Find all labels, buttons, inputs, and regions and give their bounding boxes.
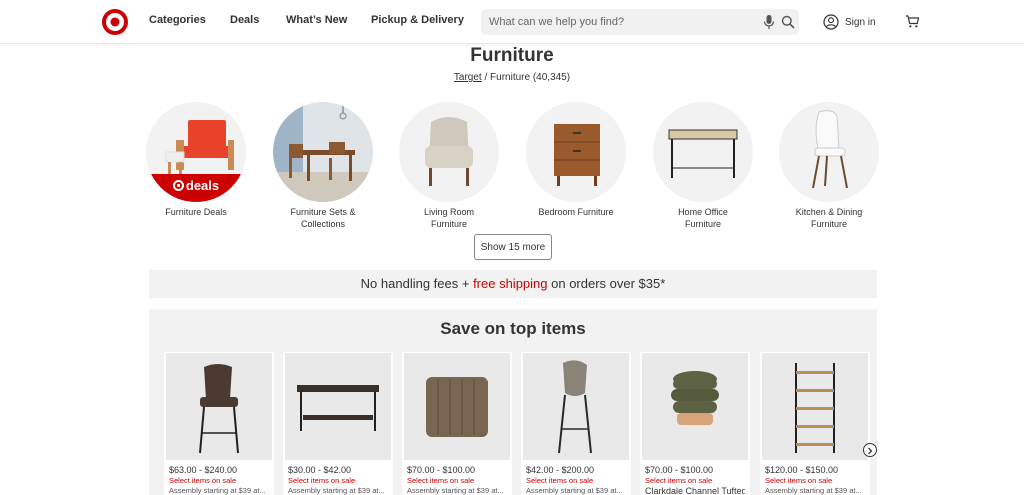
section-title: Save on top items (440, 319, 586, 338)
ottoman-icon (404, 353, 510, 460)
cart-icon[interactable] (905, 14, 920, 29)
page-title: Furniture (470, 45, 554, 66)
product-sale-text: Select items on sale (407, 476, 475, 485)
product-sale-text: Select items on sale (765, 476, 833, 485)
category-label: Furniture Deals (165, 207, 227, 217)
category-image (526, 102, 626, 202)
product-card[interactable]: $42.00 - $200.00 Select items on sale As… (521, 352, 631, 495)
product-image (762, 353, 868, 460)
nav-categories[interactable]: Categories (149, 14, 206, 26)
product-card[interactable]: $120.00 - $150.00 Select items on sale A… (760, 352, 870, 495)
carousel-next-button[interactable] (863, 443, 877, 457)
product-assembly-text: Assembly starting at $39 at... (169, 486, 266, 495)
product-card[interactable]: $63.00 - $240.00 Select items on sale As… (164, 352, 274, 495)
category-label: Furniture Sets & Collections (290, 207, 356, 229)
product-assembly-text: Assembly starting at $39 at... (288, 486, 385, 495)
deals-badge: deals (146, 178, 246, 193)
product-sale-text: Select items on sale (526, 476, 594, 485)
search-icon[interactable] (781, 15, 795, 29)
product-price: $70.00 - $100.00 (645, 465, 714, 475)
product-price: $120.00 - $150.00 (765, 465, 839, 475)
category-living-room[interactable]: Living Room Furniture (389, 102, 509, 230)
product-sale-text: Select items on sale (169, 476, 237, 485)
category-label: Bedroom Furniture (538, 207, 614, 217)
tufted-ottoman-icon (642, 353, 748, 460)
category-home-office[interactable]: Home Office Furniture (643, 102, 763, 230)
shipping-banner: No handling fees + free shipping on orde… (149, 270, 877, 298)
banner-text-before: No handling fees + (360, 276, 474, 291)
category-furniture-sets[interactable]: Furniture Sets & Collections (263, 102, 383, 230)
product-price: $70.00 - $100.00 (407, 465, 476, 475)
sign-in-button[interactable]: Sign in (823, 12, 876, 32)
search-bar (481, 9, 799, 35)
coffee-table-icon (285, 353, 391, 460)
breadcrumb-target-link[interactable]: Target (454, 72, 482, 83)
product-price: $42.00 - $200.00 (526, 465, 595, 475)
product-image (523, 353, 629, 460)
category-image (653, 102, 753, 202)
barstool-icon (166, 353, 272, 460)
desk-icon (653, 102, 753, 202)
category-bedroom[interactable]: Bedroom Furniture (516, 102, 636, 218)
banner-text-after: on orders over $35* (547, 276, 666, 291)
free-shipping-link[interactable]: free shipping (473, 276, 547, 291)
chevron-right-icon (868, 447, 873, 455)
category-furniture-deals[interactable]: deals Furniture Deals (136, 102, 256, 218)
product-image (166, 353, 272, 460)
product-image (404, 353, 510, 460)
site-header: Categories Deals What’s New Pickup & Del… (0, 0, 1024, 44)
target-logo-icon[interactable] (101, 8, 129, 36)
nav-deals[interactable]: Deals (230, 14, 259, 26)
account-icon (823, 14, 839, 30)
nav-pickup-delivery[interactable]: Pickup & Delivery (371, 14, 464, 26)
nightstand-icon (526, 102, 626, 202)
category-image (273, 102, 373, 202)
product-name: Clarkdale Channel Tufted (645, 486, 745, 495)
counter-stool-icon (523, 353, 629, 460)
product-card[interactable]: $70.00 - $100.00 Select items on sale Cl… (640, 352, 750, 495)
armchair-icon (399, 102, 499, 202)
category-image (779, 102, 879, 202)
search-input[interactable] (489, 13, 749, 31)
product-price: $63.00 - $240.00 (169, 465, 238, 475)
product-sale-text: Select items on sale (288, 476, 356, 485)
microphone-icon[interactable] (762, 14, 776, 30)
category-image: deals (146, 102, 246, 202)
breadcrumb-current: / Furniture (40,345) (481, 72, 571, 83)
bookshelf-icon (762, 353, 868, 460)
sign-in-label: Sign in (845, 16, 876, 28)
show-more-button[interactable]: Show 15 more (474, 234, 552, 260)
breadcrumb: Target / Furniture (40,345) (0, 72, 1024, 83)
category-label: Kitchen & Dining Furniture (795, 207, 863, 229)
product-card[interactable]: $30.00 - $42.00 Select items on sale Ass… (283, 352, 393, 495)
product-card[interactable]: $70.00 - $100.00 Select items on sale As… (402, 352, 512, 495)
product-assembly-text: Assembly starting at $39 at... (526, 486, 623, 495)
category-kitchen-dining[interactable]: Kitchen & Dining Furniture (769, 102, 889, 230)
chair-icon (779, 102, 879, 202)
product-assembly-text: Assembly starting at $39 at... (765, 486, 862, 495)
product-image (642, 353, 748, 460)
target-bullseye-icon (172, 180, 184, 191)
save-on-top-items-section: Save on top items $63.00 - $240.00 Selec… (149, 309, 877, 495)
product-assembly-text: Assembly starting at $39 at... (407, 486, 504, 495)
product-sale-text: Select items on sale (645, 476, 713, 485)
product-price: $30.00 - $42.00 (288, 465, 352, 475)
nav-whats-new[interactable]: What’s New (286, 14, 347, 26)
dining-set-icon (273, 102, 373, 202)
category-image (399, 102, 499, 202)
category-label: Living Room Furniture (423, 207, 475, 229)
product-image (285, 353, 391, 460)
category-label: Home Office Furniture (678, 207, 728, 229)
deals-badge-text: deals (185, 178, 220, 193)
